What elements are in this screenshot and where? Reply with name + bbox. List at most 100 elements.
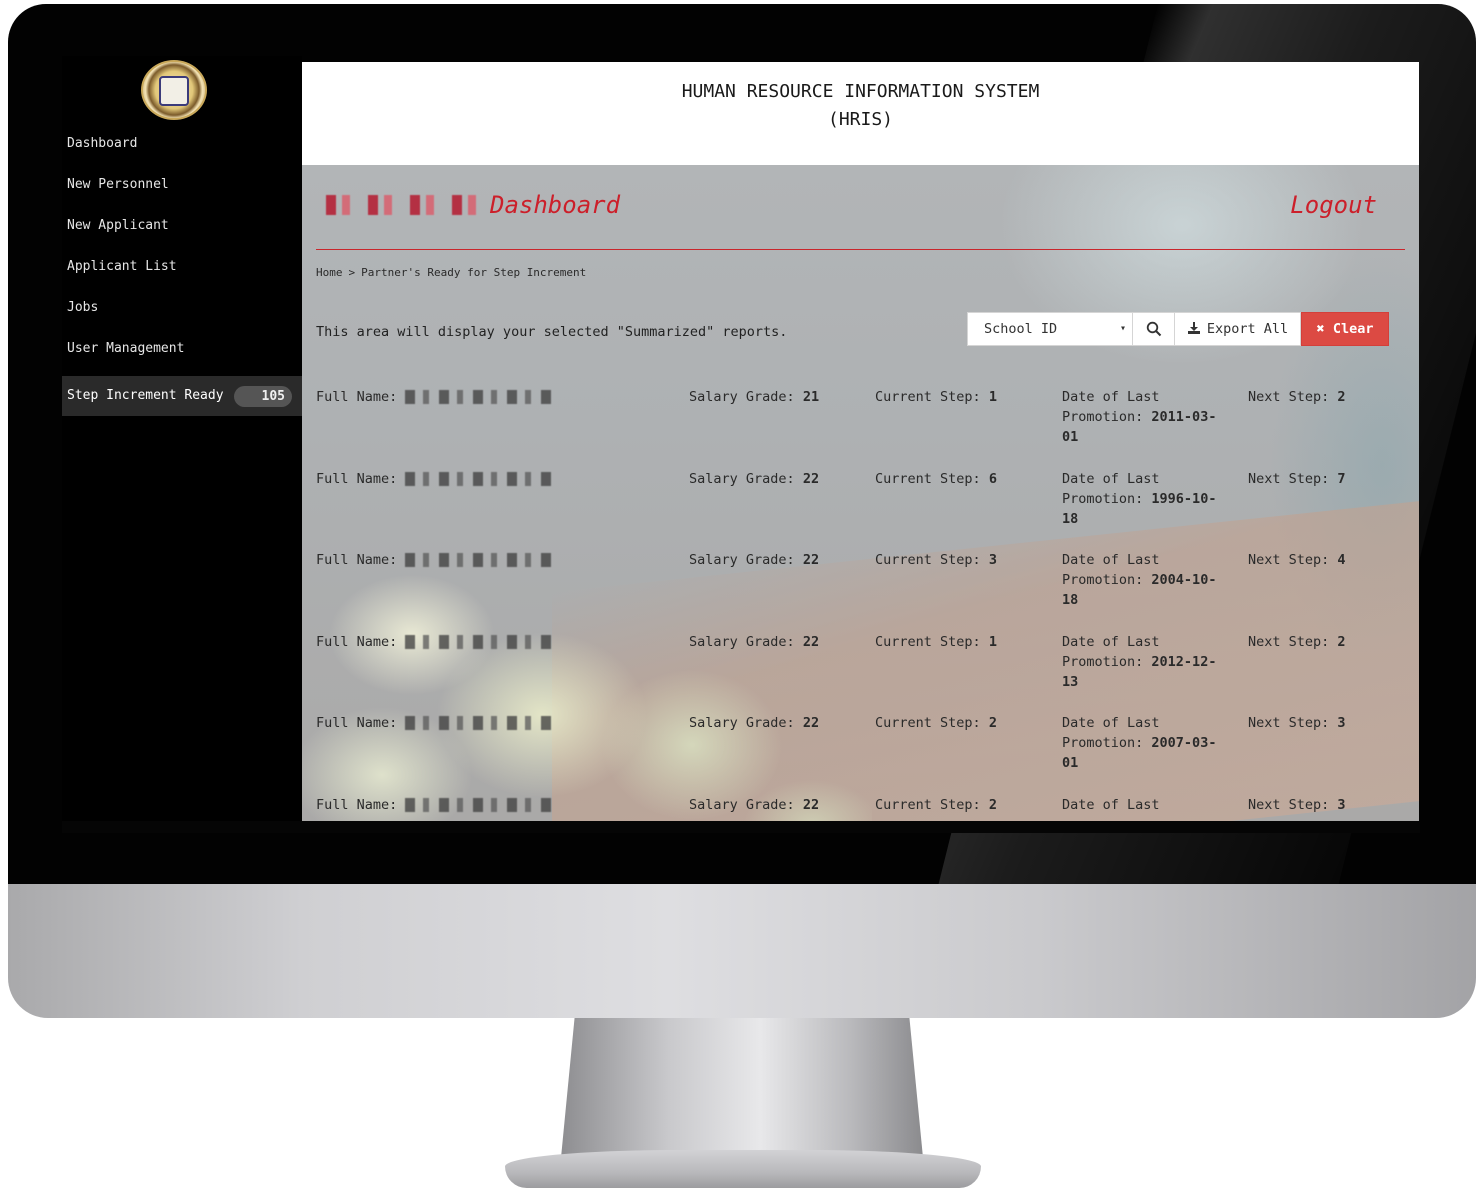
- current-step-cell: Current Step: 1: [875, 387, 997, 407]
- salary-grade-value: 22: [802, 796, 820, 813]
- current-step-cell: Current Step: 3: [875, 550, 997, 570]
- next-step-cell: Next Step: 3: [1248, 713, 1346, 733]
- monitor-stand-neck: [560, 1018, 924, 1168]
- salary-grade-value: 22: [802, 633, 820, 650]
- app-header: HUMAN RESOURCE INFORMATION SYSTEM (HRIS): [302, 62, 1419, 165]
- field-label: Current Step:: [875, 796, 981, 813]
- page-title-row: Dashboard Logout: [316, 187, 1391, 227]
- report-toolbar: School ID ▾ Export All ✖ Clear: [967, 312, 1389, 346]
- list-item: Full Name: Salary Grade: 21 Current Step…: [316, 387, 1405, 469]
- field-label: Next Step:: [1248, 389, 1330, 405]
- filter-select-value: School ID: [984, 321, 1058, 337]
- field-label: Full Name:: [316, 389, 398, 405]
- field-label: Promotion:: [1062, 653, 1144, 670]
- export-all-label: Export All: [1206, 321, 1289, 337]
- field-label: Date of Last: [1062, 715, 1160, 731]
- field-label: Next Step:: [1248, 796, 1330, 813]
- field-label: Salary Grade:: [689, 389, 795, 405]
- next-step-cell: Next Step: 7: [1248, 469, 1346, 489]
- list-item: Full Name: Salary Grade: 22 Current Step…: [316, 469, 1405, 551]
- next-step-value: 4: [1337, 552, 1346, 568]
- current-step-value: 3: [988, 552, 997, 568]
- full-name-cell: Full Name:: [316, 713, 676, 733]
- sidebar-item-label: New Personnel: [67, 177, 169, 192]
- field-label: Promotion:: [1062, 409, 1144, 425]
- current-step-value: 2: [988, 796, 997, 813]
- current-step-value: 1: [988, 633, 997, 650]
- salary-grade-cell: Salary Grade: 22: [689, 550, 819, 570]
- sidebar-item-label: Step Increment Ready: [67, 388, 224, 403]
- count-badge: 105: [234, 386, 292, 407]
- sidebar-item-jobs[interactable]: Jobs: [62, 294, 302, 335]
- field-label: Date of Last: [1062, 633, 1160, 650]
- clear-button[interactable]: ✖ Clear: [1301, 312, 1389, 346]
- field-label: Salary Grade:: [689, 715, 795, 731]
- promotion-date-cell: Date of Last: [1062, 795, 1232, 815]
- field-label: Current Step:: [875, 389, 981, 405]
- search-icon: [1146, 321, 1161, 337]
- search-button[interactable]: [1133, 312, 1175, 346]
- export-all-button[interactable]: Export All: [1175, 312, 1301, 346]
- filter-select[interactable]: School ID ▾: [967, 312, 1133, 346]
- redacted-name: [405, 716, 556, 730]
- dropdown-arrow-icon: ▾: [1119, 323, 1126, 334]
- intro-text: This area will display your selected "Su…: [316, 324, 788, 340]
- field-label: Promotion:: [1062, 735, 1144, 751]
- field-label: Full Name:: [316, 552, 398, 568]
- salary-grade-value: 22: [802, 715, 820, 731]
- salary-grade-cell: Salary Grade: 22: [689, 795, 819, 815]
- redacted-name: [405, 797, 556, 812]
- logo-emblem: [159, 76, 189, 106]
- logo-seal: [141, 60, 207, 120]
- next-step-cell: Next Step: 2: [1248, 387, 1346, 407]
- app-title-abbrev: (HRIS): [827, 109, 894, 130]
- sidebar-item-user-management[interactable]: User Management: [62, 335, 302, 376]
- next-step-value: 7: [1337, 470, 1346, 487]
- redacted-name: [405, 390, 556, 404]
- breadcrumb: Home > Partner's Ready for Step Increment: [316, 266, 586, 279]
- salary-grade-cell: Salary Grade: 22: [689, 632, 819, 652]
- field-label: Next Step:: [1248, 715, 1330, 731]
- full-name-cell: Full Name:: [316, 387, 676, 407]
- logout-link[interactable]: Logout: [1290, 191, 1377, 219]
- promotion-date-cell: Date of Last Promotion: 2004-10-18: [1062, 550, 1232, 610]
- salary-grade-cell: Salary Grade: 21: [689, 387, 819, 407]
- promotion-date-cell: Date of Last Promotion: 2012-12-13: [1062, 632, 1232, 692]
- field-label: Next Step:: [1248, 633, 1330, 650]
- sidebar-item-step-increment-ready[interactable]: Step Increment Ready 105: [62, 376, 302, 416]
- sidebar-item-new-applicant[interactable]: New Applicant: [62, 212, 302, 253]
- field-label: Next Step:: [1248, 552, 1330, 568]
- sidebar-item-dashboard[interactable]: Dashboard: [62, 130, 302, 171]
- current-step-cell: Current Step: 6: [875, 469, 997, 489]
- current-step-value: 6: [988, 470, 997, 487]
- title-divider: [316, 249, 1405, 250]
- screen-bottom-edge: [62, 821, 1420, 833]
- clear-label: Clear: [1332, 321, 1374, 337]
- field-label: Full Name:: [316, 470, 398, 487]
- monitor-stand-base: [505, 1150, 981, 1188]
- field-label: Promotion:: [1062, 572, 1144, 588]
- full-name-cell: Full Name:: [316, 469, 676, 489]
- full-name-cell: Full Name:: [316, 632, 676, 652]
- full-name-cell: Full Name:: [316, 795, 676, 815]
- next-step-value: 3: [1337, 796, 1346, 813]
- sidebar-item-label: Applicant List: [67, 259, 177, 274]
- sidebar-item-applicant-list[interactable]: Applicant List: [62, 253, 302, 294]
- sidebar: Dashboard New Personnel New Applicant Ap…: [62, 56, 302, 826]
- field-label: Full Name:: [316, 715, 398, 731]
- redacted-name: [405, 471, 556, 486]
- field-label: Salary Grade:: [689, 552, 795, 568]
- field-label: Date of Last: [1062, 389, 1160, 405]
- breadcrumb-current: Partner's Ready for Step Increment: [361, 266, 587, 279]
- redacted-name: [405, 553, 556, 567]
- salary-grade-cell: Salary Grade: 22: [689, 469, 819, 489]
- field-label: Full Name:: [316, 796, 398, 813]
- close-icon: ✖: [1316, 321, 1325, 337]
- sidebar-item-label: User Management: [67, 341, 185, 356]
- breadcrumb-home[interactable]: Home: [316, 266, 343, 279]
- sidebar-item-new-personnel[interactable]: New Personnel: [62, 171, 302, 212]
- sidebar-item-label: New Applicant: [67, 218, 169, 233]
- main-content: Dashboard Logout Home > Partner's Ready fo…: [302, 165, 1419, 821]
- app-title: HUMAN RESOURCE INFORMATION SYSTEM: [681, 81, 1040, 102]
- field-label: Salary Grade:: [689, 633, 795, 650]
